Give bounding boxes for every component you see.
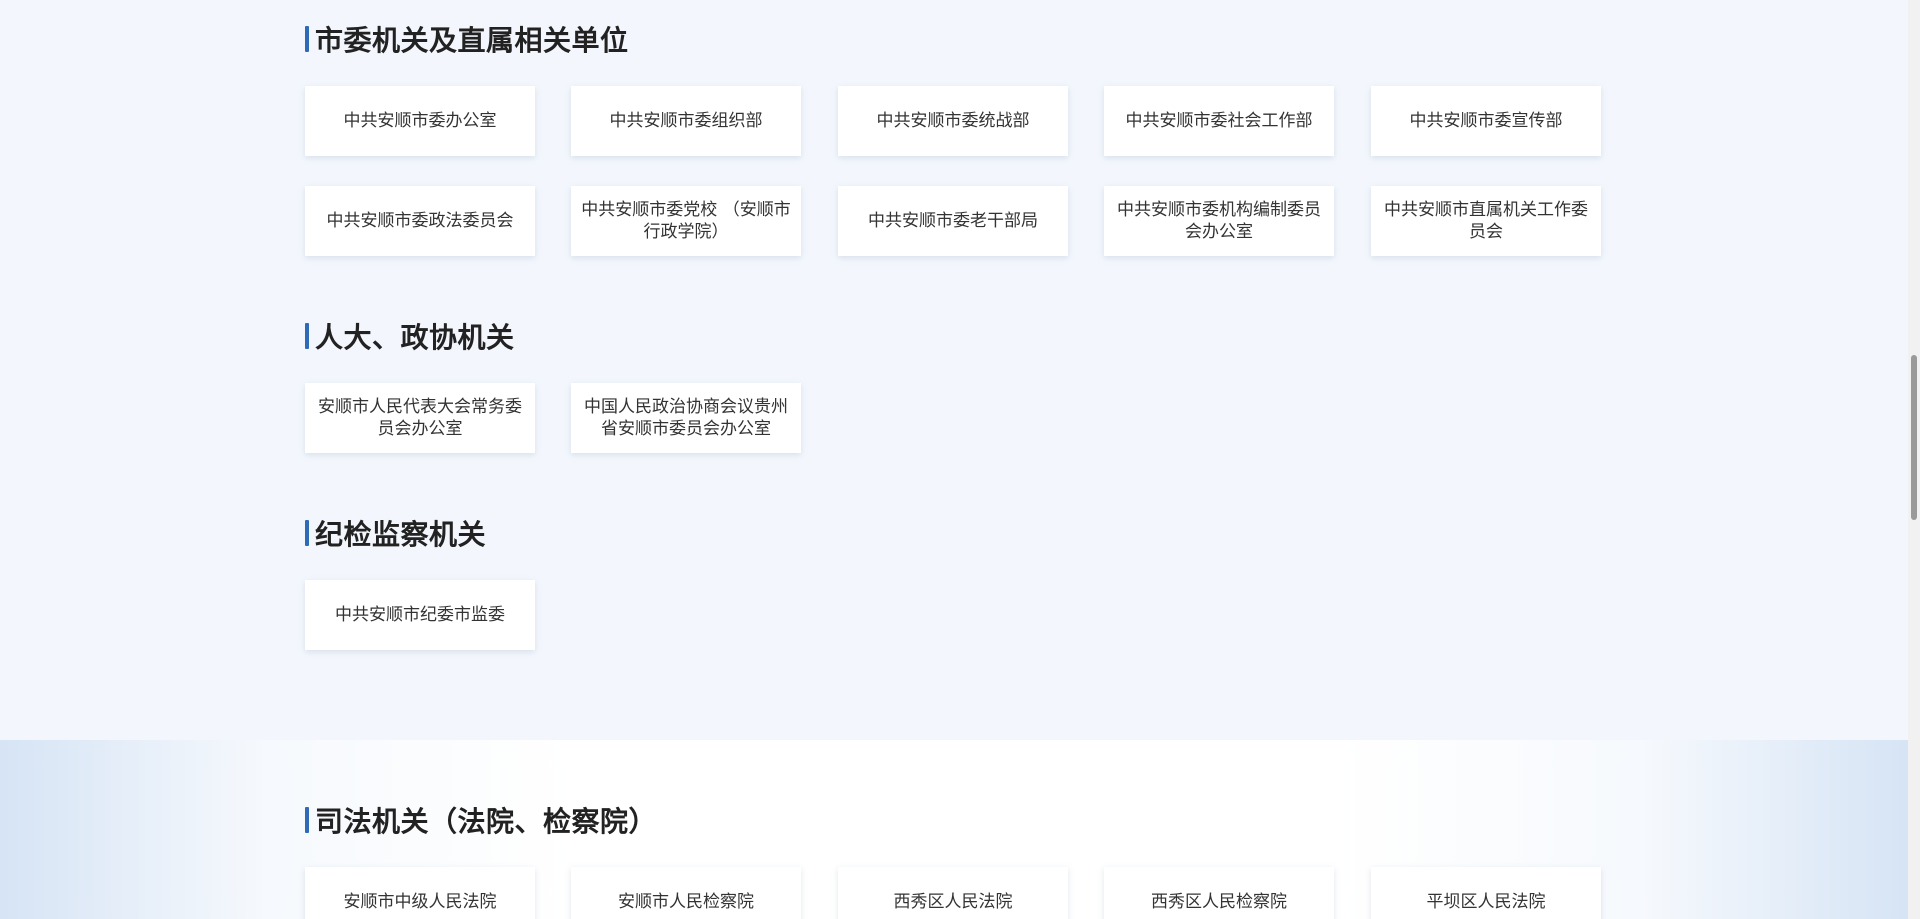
org-card-label: 西秀区人民检察院 bbox=[1151, 892, 1287, 912]
scrollbar-thumb[interactable] bbox=[1911, 355, 1917, 520]
org-card[interactable]: 安顺市人民检察院 bbox=[571, 867, 801, 919]
org-card-label: 安顺市中级人民法院 bbox=[343, 892, 497, 912]
org-card-label: 安顺市人民检察院 bbox=[618, 892, 754, 912]
org-card-label: 西秀区人民法院 bbox=[893, 892, 1013, 912]
section-accent-bar bbox=[305, 520, 309, 546]
org-card-label: 平坝区人民法院 bbox=[1426, 892, 1546, 912]
org-card[interactable]: 中共安顺市直属机关工作委员会 bbox=[1371, 186, 1601, 256]
section-title-judicial-organs: 司法机关（法院、检察院） bbox=[305, 800, 657, 840]
org-card-label: 安顺市人民代表大会常务委员会办公室 bbox=[318, 397, 522, 439]
org-card-label: 中共安顺市委老干部局 bbox=[868, 211, 1038, 231]
org-card[interactable]: 中共安顺市委政法委员会 bbox=[305, 186, 535, 256]
section-title-text: 人大、政协机关 bbox=[315, 321, 515, 354]
section-title-discipline-inspection: 纪检监察机关 bbox=[305, 513, 486, 553]
section-accent-bar bbox=[305, 26, 309, 52]
org-card[interactable]: 中共安顺市委机构编制委员会办公室 bbox=[1104, 186, 1334, 256]
org-card-label: 中共安顺市委统战部 bbox=[876, 111, 1030, 131]
section-title-party-committee: 市委机关及直属相关单位 bbox=[305, 19, 629, 59]
org-card[interactable]: 西秀区人民法院 bbox=[838, 867, 1068, 919]
org-card[interactable]: 中共安顺市委组织部 bbox=[571, 86, 801, 156]
section-accent-bar bbox=[305, 807, 309, 833]
org-card[interactable]: 中共安顺市委宣传部 bbox=[1371, 86, 1601, 156]
vertical-scrollbar[interactable] bbox=[1908, 0, 1920, 919]
org-card-label: 中共安顺市委党校 （安顺市行政学院） bbox=[581, 200, 791, 242]
org-card-label: 中共安顺市纪委市监委 bbox=[335, 605, 505, 625]
page: 市委机关及直属相关单位 中共安顺市委办公室 中共安顺市委组织部 中共安顺市委统战… bbox=[0, 0, 1920, 919]
org-card-label: 中国人民政治协商会议贵州省安顺市委员会办公室 bbox=[584, 397, 788, 439]
org-card[interactable]: 西秀区人民检察院 bbox=[1104, 867, 1334, 919]
section-accent-bar bbox=[305, 323, 309, 349]
org-card[interactable]: 中共安顺市纪委市监委 bbox=[305, 580, 535, 650]
org-card[interactable]: 中共安顺市委社会工作部 bbox=[1104, 86, 1334, 156]
org-card[interactable]: 安顺市人民代表大会常务委员会办公室 bbox=[305, 383, 535, 453]
org-card[interactable]: 中共安顺市委统战部 bbox=[838, 86, 1068, 156]
org-card[interactable]: 中共安顺市委老干部局 bbox=[838, 186, 1068, 256]
section-title-congress-cppcc: 人大、政协机关 bbox=[305, 316, 515, 356]
org-card[interactable]: 安顺市中级人民法院 bbox=[305, 867, 535, 919]
section-title-text: 纪检监察机关 bbox=[315, 518, 487, 551]
org-card[interactable]: 中国人民政治协商会议贵州省安顺市委员会办公室 bbox=[571, 383, 801, 453]
org-card-label: 中共安顺市委政法委员会 bbox=[326, 211, 514, 231]
org-card[interactable]: 中共安顺市委办公室 bbox=[305, 86, 535, 156]
org-card[interactable]: 中共安顺市委党校 （安顺市行政学院） bbox=[571, 186, 801, 256]
org-card-label: 中共安顺市委宣传部 bbox=[1409, 111, 1563, 131]
org-card-label: 中共安顺市直属机关工作委员会 bbox=[1384, 200, 1588, 242]
section-title-text: 市委机关及直属相关单位 bbox=[315, 24, 629, 57]
org-card-label: 中共安顺市委组织部 bbox=[609, 111, 763, 131]
section-title-text: 司法机关（法院、检察院） bbox=[315, 805, 658, 838]
org-card-label: 中共安顺市委社会工作部 bbox=[1125, 111, 1313, 131]
org-card[interactable]: 平坝区人民法院 bbox=[1371, 867, 1601, 919]
org-card-label: 中共安顺市委机构编制委员会办公室 bbox=[1117, 200, 1321, 242]
org-card-label: 中共安顺市委办公室 bbox=[343, 111, 497, 131]
